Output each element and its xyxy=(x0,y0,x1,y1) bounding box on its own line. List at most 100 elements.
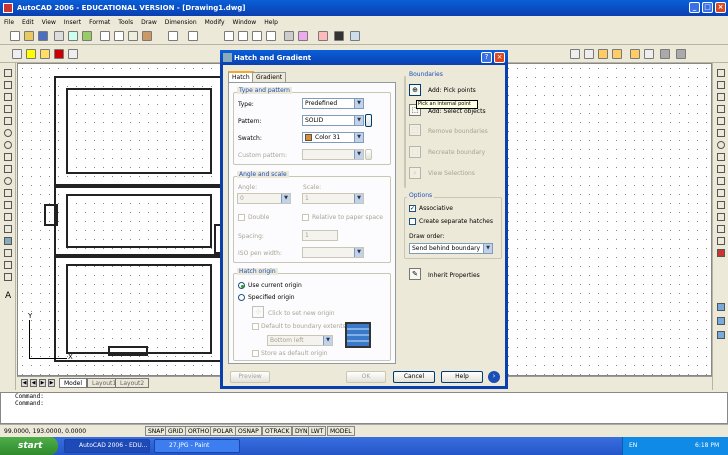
maximize-button[interactable]: □ xyxy=(702,2,713,13)
new-icon[interactable] xyxy=(10,31,20,41)
type-select[interactable]: Predefined ▼ xyxy=(302,98,364,109)
fillet-icon[interactable] xyxy=(717,237,725,245)
undo-icon[interactable] xyxy=(168,31,178,41)
mirror-icon[interactable] xyxy=(717,93,725,101)
view-selections-label[interactable]: View Selections xyxy=(428,170,475,177)
recreate-boundary-icon[interactable]: ⬚ xyxy=(409,146,421,158)
design-center-icon[interactable] xyxy=(298,31,308,41)
tab-hatch[interactable]: Hatch xyxy=(228,71,254,82)
offset-icon[interactable] xyxy=(717,105,725,113)
move-icon[interactable] xyxy=(717,129,725,137)
copy-icon[interactable] xyxy=(114,31,124,41)
task-paint[interactable]: 27.JPG - Paint xyxy=(154,439,240,453)
draw-order-select[interactable]: Send behind boundary ▼ xyxy=(409,243,493,254)
add-pick-points-label[interactable]: Add: Pick points xyxy=(428,87,476,94)
add-select-objects-label[interactable]: Add: Select objects xyxy=(428,108,486,115)
associative-checkbox[interactable]: ✓ xyxy=(409,205,416,212)
origin-position-select[interactable]: Bottom left ▼ xyxy=(267,335,333,346)
layer-color-icon[interactable] xyxy=(54,49,64,59)
match-properties-icon[interactable] xyxy=(142,31,152,41)
cut-icon[interactable] xyxy=(100,31,110,41)
point-icon[interactable] xyxy=(4,225,12,233)
make-block-icon[interactable] xyxy=(4,213,12,221)
minimize-button[interactable]: _ xyxy=(689,2,700,13)
spacing-input[interactable]: 1 xyxy=(302,230,338,241)
start-button[interactable]: start xyxy=(0,437,58,455)
spline-icon[interactable] xyxy=(4,165,12,173)
plot-style-icon[interactable] xyxy=(612,49,622,59)
circle-icon[interactable] xyxy=(4,141,12,149)
polar-button[interactable]: POLAR xyxy=(210,426,237,436)
dim-style-icon[interactable] xyxy=(570,49,580,59)
ortho-button[interactable]: ORTHO xyxy=(185,426,213,436)
tab-next-icon[interactable]: ▶ xyxy=(39,379,46,387)
help-icon[interactable] xyxy=(350,31,360,41)
open-icon[interactable] xyxy=(24,31,34,41)
menu-draw[interactable]: Draw xyxy=(141,19,157,26)
break-icon[interactable] xyxy=(717,201,725,209)
ellipse-icon[interactable] xyxy=(4,177,12,185)
zoom-icon[interactable] xyxy=(238,31,248,41)
angle-select[interactable]: 0 ▼ xyxy=(237,193,291,204)
grid-button[interactable]: GRID xyxy=(165,426,187,436)
zoom-previous-icon[interactable] xyxy=(266,31,276,41)
stretch-icon[interactable] xyxy=(717,165,725,173)
tab-prev-icon[interactable]: ◀ xyxy=(30,379,37,387)
menu-dimension[interactable]: Dimension xyxy=(165,19,197,26)
menu-help[interactable]: Help xyxy=(264,19,278,26)
cancel-button[interactable]: Cancel xyxy=(393,371,435,383)
copy-object-icon[interactable] xyxy=(717,81,725,89)
preview-button[interactable]: Preview xyxy=(230,371,270,383)
relative-checkbox[interactable] xyxy=(302,214,309,221)
command-window[interactable]: Command: Command: xyxy=(0,392,728,424)
chamfer-icon[interactable] xyxy=(717,225,725,233)
view-selections-icon[interactable]: ⌕ xyxy=(409,167,421,179)
model-button[interactable]: MODEL xyxy=(327,426,355,436)
pattern-browse-button[interactable] xyxy=(365,114,372,127)
tab-model[interactable]: Model xyxy=(59,378,88,388)
language-indicator[interactable]: EN xyxy=(629,442,637,449)
close-button[interactable]: × xyxy=(715,2,726,13)
recreate-boundary-label[interactable]: Recreate boundary xyxy=(428,149,485,156)
snap-button[interactable]: SNAP xyxy=(145,426,168,436)
swatch-select[interactable]: Color 31 ▼ xyxy=(302,132,364,143)
scale-select[interactable]: 1 ▼ xyxy=(302,193,364,204)
pattern-select[interactable]: SOLID ▼ xyxy=(302,115,364,126)
explode-icon[interactable] xyxy=(717,249,725,257)
block-icon[interactable] xyxy=(644,49,654,59)
draw-order-icon[interactable] xyxy=(717,303,725,311)
zoom-window-icon[interactable] xyxy=(252,31,262,41)
polygon-icon[interactable] xyxy=(4,105,12,113)
menu-insert[interactable]: Insert xyxy=(64,19,81,26)
custom-browse-button[interactable] xyxy=(365,149,372,160)
set-origin-icon[interactable]: ⊹ xyxy=(252,306,264,318)
text-style-icon[interactable] xyxy=(598,49,608,59)
default-extents-checkbox[interactable] xyxy=(252,323,259,330)
menu-format[interactable]: Format xyxy=(89,19,110,26)
workspace-icon[interactable] xyxy=(660,49,670,59)
custom-pattern-select[interactable]: ▼ xyxy=(302,149,364,160)
menu-modify[interactable]: Modify xyxy=(205,19,225,26)
join-icon[interactable] xyxy=(717,213,725,221)
lwt-button[interactable]: LWT xyxy=(308,426,327,436)
layer-freeze-icon[interactable] xyxy=(40,49,50,59)
rectangle-icon[interactable] xyxy=(4,117,12,125)
properties-icon[interactable] xyxy=(284,31,294,41)
hatch-icon[interactable] xyxy=(4,237,12,245)
paste-icon[interactable] xyxy=(128,31,138,41)
layer-manager-icon[interactable] xyxy=(12,49,22,59)
rotate-icon[interactable] xyxy=(717,141,725,149)
tool-palettes-icon[interactable] xyxy=(318,31,328,41)
store-default-checkbox[interactable] xyxy=(252,350,259,357)
scale-icon[interactable] xyxy=(717,153,725,161)
more-options-icon[interactable]: › xyxy=(488,371,500,383)
remove-boundaries-label[interactable]: Remove boundaries xyxy=(428,128,488,135)
separate-hatches-checkbox[interactable] xyxy=(409,218,416,225)
bring-front-icon[interactable] xyxy=(717,317,725,325)
table-icon[interactable] xyxy=(4,273,12,281)
render-icon[interactable] xyxy=(676,49,686,59)
insert-block-icon[interactable] xyxy=(4,201,12,209)
inherit-properties-label[interactable]: Inherit Properties xyxy=(428,272,480,279)
publish-icon[interactable] xyxy=(82,31,92,41)
otrack-button[interactable]: OTRACK xyxy=(262,426,293,436)
